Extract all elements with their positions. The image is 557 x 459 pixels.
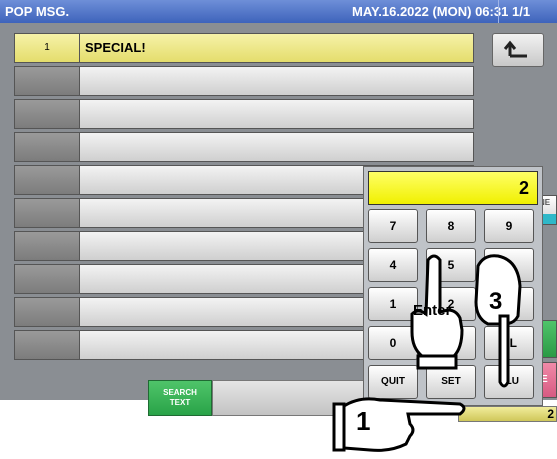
row-number bbox=[15, 265, 80, 293]
list-item[interactable] bbox=[14, 99, 474, 129]
row-number bbox=[15, 199, 80, 227]
title-bar: POP MSG. MAY.16.2022 (MON) 06:31 1/1 bbox=[0, 0, 557, 23]
record-count: 2 bbox=[458, 406, 557, 422]
keypad-display: 2 bbox=[368, 171, 538, 205]
return-arrow-icon bbox=[503, 40, 527, 58]
step-3-label: 3 bbox=[489, 288, 503, 315]
key-7[interactable]: 7 bbox=[368, 209, 418, 243]
row-number bbox=[15, 100, 80, 128]
row-number bbox=[15, 67, 80, 95]
search-label-line2: TEXT bbox=[169, 398, 191, 407]
row-number bbox=[15, 166, 80, 194]
step-2-label: Enter bbox=[413, 302, 452, 319]
datetime: MAY.16.2022 (MON) 06:31 bbox=[352, 4, 509, 19]
row-number: 1 bbox=[15, 34, 80, 62]
row-text: SPECIAL! bbox=[85, 40, 146, 55]
row-number bbox=[15, 133, 80, 161]
pointing-hand-icon bbox=[474, 254, 522, 388]
screen-title: POP MSG. bbox=[5, 4, 70, 19]
search-label-line1: SEARCH bbox=[163, 388, 197, 397]
list-item[interactable]: 1 SPECIAL! bbox=[14, 33, 474, 63]
list-item[interactable] bbox=[14, 66, 474, 96]
page-divider bbox=[498, 0, 499, 23]
search-text-button[interactable]: SEARCH TEXT bbox=[148, 380, 212, 416]
page-indicator: 1/1 bbox=[512, 4, 531, 19]
row-number bbox=[15, 232, 80, 260]
row-number bbox=[15, 331, 80, 359]
list-item[interactable] bbox=[14, 132, 474, 162]
back-button[interactable] bbox=[492, 33, 544, 67]
pointing-hand-icon bbox=[332, 397, 466, 452]
step-1-label: 1 bbox=[356, 406, 371, 436]
row-number bbox=[15, 298, 80, 326]
key-9[interactable]: 9 bbox=[484, 209, 534, 243]
key-8[interactable]: 8 bbox=[426, 209, 476, 243]
